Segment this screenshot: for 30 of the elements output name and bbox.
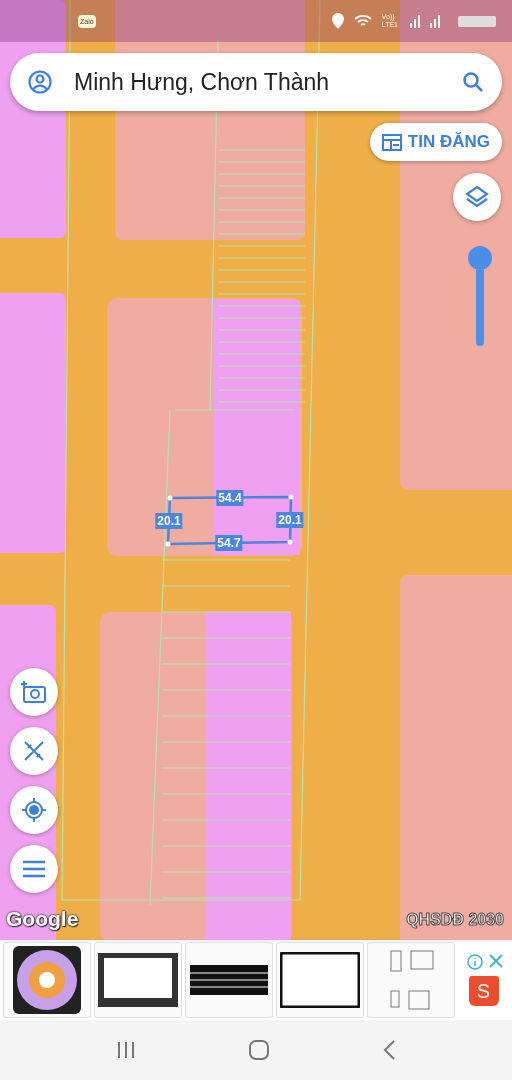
fan-photo <box>12 945 82 1015</box>
battery-icon <box>458 14 498 28</box>
measurement-label: 20.1 <box>155 513 183 529</box>
land-use-map-drawing[interactable] <box>0 0 512 940</box>
account-icon[interactable] <box>28 70 52 94</box>
layer-name: QHSDĐ 2030 <box>406 911 504 929</box>
menu-icon <box>22 860 46 878</box>
locate-icon <box>21 797 47 823</box>
ruler-pencil-icon <box>22 739 46 763</box>
measurement-label: 54.4 <box>216 490 244 506</box>
recent-apps-icon[interactable] <box>116 1040 136 1060</box>
zoom-slider-track[interactable] <box>476 270 484 346</box>
measurement-label: 54.7 <box>215 535 243 551</box>
search-text: Minh Hưng, Chơn Thành <box>74 68 331 96</box>
ad-banner[interactable]: S <box>0 940 512 1020</box>
search-icon[interactable] <box>462 71 484 93</box>
listings-icon <box>381 133 402 151</box>
location-icon <box>331 13 344 29</box>
zoom-slider[interactable] <box>468 246 492 346</box>
back-icon[interactable] <box>382 1039 396 1061</box>
close-icon[interactable] <box>489 954 503 968</box>
camera-icon <box>21 680 47 704</box>
info-icon[interactable] <box>467 954 483 970</box>
home-icon[interactable] <box>248 1039 270 1061</box>
layers-icon <box>464 184 490 210</box>
search-bar[interactable]: Minh Hưng, Chơn Thành <box>10 53 502 111</box>
listings-button[interactable]: TIN ĐĂNG <box>369 123 502 161</box>
wifi-icon <box>353 14 372 28</box>
shopping-bag-logo: S <box>468 976 499 1006</box>
measurement-label: 20.1 <box>276 512 304 528</box>
